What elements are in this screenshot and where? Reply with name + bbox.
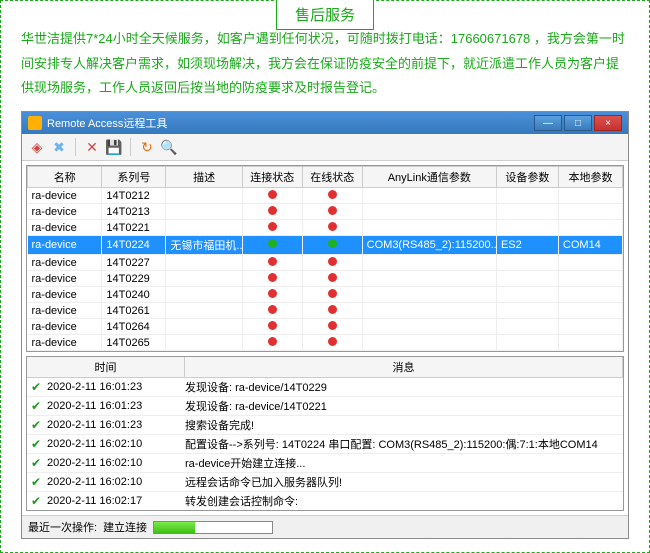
check-icon: ✔ (27, 380, 45, 394)
save-icon[interactable]: 💾 (105, 138, 123, 156)
window-titlebar[interactable]: Remote Access远程工具 — □ × (22, 112, 628, 134)
table-row[interactable]: ra-device14T0224无锡市福田机...COM3(RS485_2):1… (28, 236, 623, 255)
check-icon: ✔ (27, 456, 45, 470)
progress-bar (153, 521, 273, 534)
refresh-icon[interactable]: ↻ (138, 138, 156, 156)
section-title: 售后服务 (276, 0, 374, 30)
delete-icon[interactable]: ✕ (83, 138, 101, 156)
table-row[interactable]: ra-device14T0261 (28, 303, 623, 319)
status-label: 最近一次操作: (28, 519, 97, 535)
table-row[interactable]: ra-device14T0265 (28, 335, 623, 351)
device-grid: 名称系列号描述连接状态在线状态AnyLink通信参数设备参数本地参数 ra-de… (26, 165, 624, 352)
column-header[interactable]: 描述 (166, 167, 242, 188)
table-row[interactable]: ra-device14T0213 (28, 204, 623, 220)
log-row: ✔2020-2-11 16:02:17转发创建会话控制命令: (27, 492, 623, 511)
check-icon: ✔ (27, 418, 45, 432)
table-row[interactable]: ra-device14T0221 (28, 220, 623, 236)
log-row: ✔2020-2-11 16:02:10配置设备-->系列号: 14T0224 串… (27, 435, 623, 454)
column-header[interactable]: 连接状态 (242, 167, 302, 188)
app-logo-icon (28, 116, 42, 130)
log-row: ✔2020-2-11 16:02:10远程会话命令已加入服务器队列! (27, 473, 623, 492)
check-icon: ✔ (27, 494, 45, 508)
log-header-time: 时间 (27, 357, 185, 377)
column-header[interactable]: 名称 (28, 167, 102, 188)
log-row: ✔2020-2-11 16:02:10ra-device开始建立连接... (27, 454, 623, 473)
close-button[interactable]: × (594, 115, 622, 131)
column-header[interactable]: 本地参数 (558, 167, 622, 188)
check-icon: ✔ (27, 399, 45, 413)
table-row[interactable]: ra-device14T0229 (28, 271, 623, 287)
log-row: ✔2020-2-11 16:01:23发现设备: ra-device/14T02… (27, 378, 623, 397)
check-icon: ✔ (27, 437, 45, 451)
toolbar: ◈ ✖ ✕ 💾 ↻ 🔍 (22, 134, 628, 161)
column-header[interactable]: 在线状态 (302, 167, 362, 188)
log-row: ✔2020-2-11 16:01:23发现设备: ra-device/14T02… (27, 397, 623, 416)
minimize-button[interactable]: — (534, 115, 562, 131)
check-icon: ✔ (27, 475, 45, 489)
search-icon[interactable]: 🔍 (160, 138, 178, 156)
status-bar: 最近一次操作: 建立连接 (22, 515, 628, 538)
table-row[interactable]: ra-device14T0264 (28, 319, 623, 335)
column-header[interactable]: 系列号 (102, 167, 166, 188)
app-window: Remote Access远程工具 — □ × ◈ ✖ ✕ 💾 ↻ 🔍 名称系列… (21, 111, 629, 539)
table-row[interactable]: ra-device14T0227 (28, 255, 623, 271)
service-paragraph: 华世洁提供7*24小时全天候服务，如客户遇到任何状况，可随时拨打电话：17660… (21, 27, 629, 101)
table-row[interactable]: ra-device14T0240 (28, 287, 623, 303)
status-value: 建立连接 (103, 519, 147, 535)
connect-icon[interactable]: ◈ (28, 138, 46, 156)
log-row: ✔2020-2-11 16:01:23搜索设备完成! (27, 416, 623, 435)
table-row[interactable]: ra-device14T0212 (28, 188, 623, 204)
window-title: Remote Access远程工具 (47, 115, 532, 131)
disconnect-icon[interactable]: ✖ (50, 138, 68, 156)
column-header[interactable]: 设备参数 (496, 167, 558, 188)
maximize-button[interactable]: □ (564, 115, 592, 131)
log-panel: 时间 消息 ✔2020-2-11 16:01:23发现设备: ra-device… (26, 356, 624, 511)
column-header[interactable]: AnyLink通信参数 (362, 167, 496, 188)
log-header-msg: 消息 (185, 357, 623, 377)
